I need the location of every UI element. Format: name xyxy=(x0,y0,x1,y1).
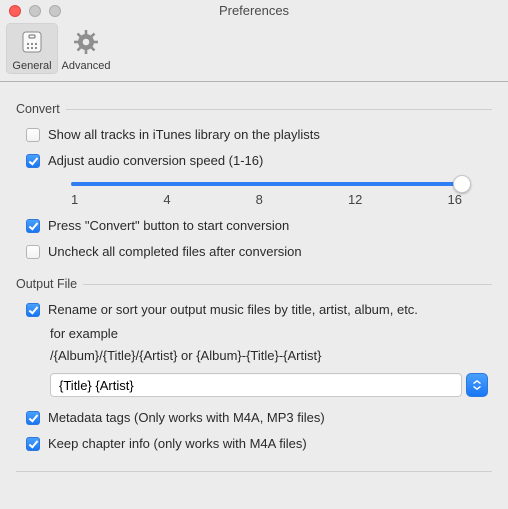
checkbox-rename[interactable] xyxy=(26,303,40,317)
speed-slider[interactable] xyxy=(71,182,462,186)
window-close-button[interactable] xyxy=(9,5,21,17)
label-chapter: Keep chapter info (only works with M4A f… xyxy=(48,436,307,452)
group-convert-title: Convert xyxy=(16,102,66,116)
label-adjust-speed: Adjust audio conversion speed (1-16) xyxy=(48,153,263,169)
speed-slider-knob[interactable] xyxy=(453,175,471,193)
group-convert: Convert Show all tracks in iTunes librar… xyxy=(16,102,492,265)
group-output-title: Output File xyxy=(16,277,83,291)
toolbar-tab-general-label: General xyxy=(12,60,51,72)
window-title: Preferences xyxy=(0,3,508,18)
label-metadata: Metadata tags (Only works with M4A, MP3 … xyxy=(48,410,325,426)
gear-icon xyxy=(70,26,102,58)
label-press-convert: Press "Convert" button to start conversi… xyxy=(48,218,289,234)
label-rename: Rename or sort your output music files b… xyxy=(48,302,418,318)
divider xyxy=(83,284,492,285)
chevron-up-down-icon xyxy=(473,380,481,390)
checkbox-metadata[interactable] xyxy=(26,411,40,425)
divider xyxy=(66,109,492,110)
window-minimize-button[interactable] xyxy=(29,5,41,17)
toolbar-tab-advanced-label: Advanced xyxy=(62,60,111,72)
checkbox-press-convert[interactable] xyxy=(26,219,40,233)
label-show-all-tracks: Show all tracks in iTunes library on the… xyxy=(48,127,320,143)
speed-slider-ticks: 1 4 8 12 16 xyxy=(71,192,462,207)
toolbar-tab-advanced[interactable]: Advanced xyxy=(60,23,112,74)
toolbar: General Advanced xyxy=(0,21,508,82)
preferences-body: Convert Show all tracks in iTunes librar… xyxy=(0,82,508,472)
example-line2: /{Album}/{Title}/{Artist} or {Album}-{Ti… xyxy=(50,345,492,367)
label-uncheck-after: Uncheck all completed files after conver… xyxy=(48,244,302,260)
checkbox-adjust-speed[interactable] xyxy=(26,154,40,168)
checkbox-uncheck-after[interactable] xyxy=(26,245,40,259)
window-zoom-button[interactable] xyxy=(49,5,61,17)
titlebar: Preferences xyxy=(0,0,508,21)
checkbox-chapter[interactable] xyxy=(26,437,40,451)
filename-pattern-input[interactable] xyxy=(50,373,462,397)
group-output: Output File Rename or sort your output m… xyxy=(16,277,492,457)
divider xyxy=(16,471,492,472)
filename-pattern-presets-button[interactable] xyxy=(466,373,488,397)
checkbox-show-all-tracks[interactable] xyxy=(26,128,40,142)
example-line1: for example xyxy=(50,323,492,345)
toolbar-tab-general[interactable]: General xyxy=(6,23,58,74)
general-icon xyxy=(16,26,48,58)
